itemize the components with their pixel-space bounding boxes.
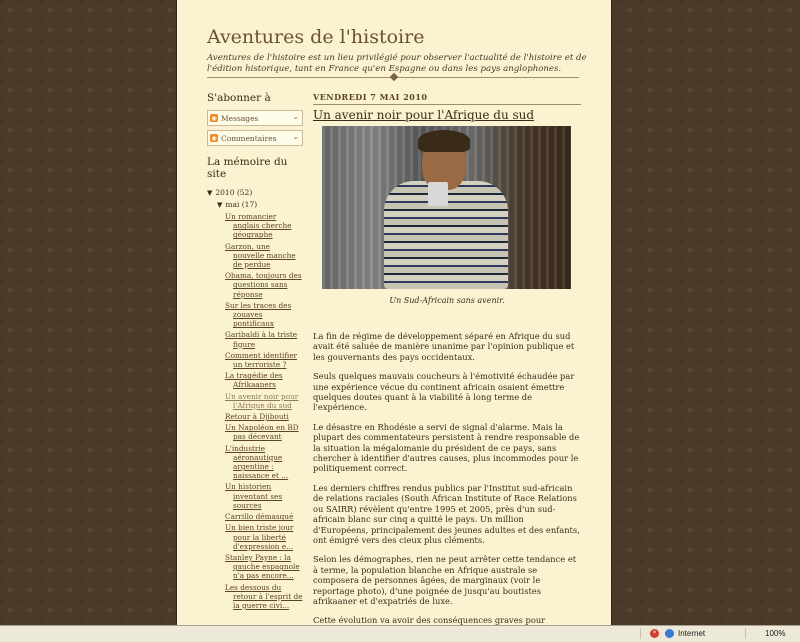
archive-post-link[interactable]: Un historien inventant ses sources — [225, 482, 303, 510]
blog-description: Aventures de l'histoire est un lieu priv… — [207, 53, 587, 74]
subscribe-comments-dropdown[interactable]: ◉ Commentaires ⌄ — [207, 130, 303, 146]
photo-caption: Un Sud-Africain sans avenir. — [389, 296, 505, 305]
expand-triangle-icon[interactable]: ▼ — [207, 189, 212, 197]
post-paragraph: Seuls quelques mauvais coucheurs à l'émo… — [313, 371, 575, 413]
status-divider — [745, 628, 746, 639]
post-paragraph: Le désastre en Rhodésie a servi de signa… — [313, 421, 580, 474]
archive-month-label[interactable]: mai (17) — [225, 200, 257, 209]
archive-year-label[interactable]: 2010 (52) — [215, 188, 252, 197]
archive-post-link[interactable]: Garzon, une nouvelle manche de perdue — [225, 242, 303, 270]
zoom-level[interactable]: 100% — [765, 629, 785, 638]
archive-post-link[interactable]: Un Napoléon en BD pas décevant — [225, 423, 303, 441]
archive-post-link[interactable]: Un romancier anglais cherche géographe — [225, 212, 303, 240]
subscribe-messages-label: Messages — [221, 113, 259, 123]
post-photo[interactable] — [322, 126, 571, 289]
post-date: VENDREDI 7 MAI 2010 — [313, 92, 581, 105]
chevron-down-icon: ⌄ — [292, 112, 299, 121]
post-paragraph: La fin de régime de développement séparé… — [313, 331, 575, 362]
subscribe-comments-label: Commentaires — [221, 133, 277, 143]
security-zone-label: Internet — [678, 629, 706, 638]
archive-post-link[interactable]: La tragédie des Afrikaaners — [225, 371, 303, 389]
post-body: La fin de régime de développement séparé… — [313, 331, 581, 625]
blog-page: Aventures de l'histoire Aventures de l'h… — [176, 0, 612, 625]
archive-year[interactable]: ▼ 2010 (52) — [207, 188, 303, 197]
rss-icon: ◉ — [210, 134, 218, 142]
blog-archive: ▼ 2010 (52) ▼ mai (17) Un romancier angl… — [207, 188, 303, 610]
archive-post-link[interactable]: Un bien triste jour pour la liberté d'ex… — [225, 523, 303, 551]
photo-subject-hair — [418, 130, 470, 152]
main-content: VENDREDI 7 MAI 2010 Un avenir noir pour … — [313, 92, 581, 625]
globe-icon — [665, 629, 674, 638]
archive-post-link[interactable]: Carrillo démasqué — [225, 512, 303, 521]
post-paragraph: Cette évolution va avoir des conséquence… — [313, 615, 546, 625]
rss-icon: ◉ — [210, 114, 218, 122]
archive-post-link[interactable]: Comment identifier un terroriste ? — [225, 351, 303, 369]
archive-post-link[interactable]: Sur les traces des zouaves pontificaux — [225, 301, 303, 329]
subscribe-heading: S'abonner à — [207, 92, 271, 104]
post-paragraph: Selon les démographes, rien ne peut arrê… — [313, 554, 577, 606]
post-title[interactable]: Un avenir noir pour l'Afrique du sud — [313, 108, 581, 122]
blocked-content-icon[interactable]: × — [650, 629, 659, 638]
archive-post-link[interactable]: Les dessous du retour à l'esprit de la g… — [225, 583, 303, 611]
archive-heading: La mémoire du site — [207, 156, 288, 180]
archive-post-link[interactable]: Retour à Djibouti — [225, 412, 303, 421]
archive-post-link[interactable]: Obama, toujours des questions sans répon… — [225, 271, 303, 299]
archive-post-link[interactable]: Stanley Payne : la gauche espagnole n'a … — [225, 553, 303, 581]
archive-post-list: Un romancier anglais cherche géographe Ga… — [225, 212, 303, 610]
photo-mug — [428, 182, 448, 206]
subscribe-messages-dropdown[interactable]: ◉ Messages ⌄ — [207, 110, 303, 126]
blog-title[interactable]: Aventures de l'histoire — [207, 26, 424, 48]
archive-month[interactable]: ▼ mai (17) — [217, 200, 303, 209]
chevron-down-icon: ⌄ — [292, 132, 299, 141]
archive-post-link[interactable]: Un avenir noir pour l'Afrique du sud — [225, 392, 303, 410]
browser-status-bar: × Internet 100% — [0, 625, 800, 642]
sidebar: S'abonner à ◉ Messages ⌄ ◉ Commentaires … — [207, 92, 303, 612]
status-divider — [640, 628, 641, 639]
archive-post-link[interactable]: L'industrie aéronautique argentine : nai… — [225, 444, 303, 481]
archive-post-link[interactable]: Garibaldi à la triste figure — [225, 330, 303, 348]
post-paragraph: Les derniers chiffres rendus publics par… — [313, 482, 580, 545]
expand-triangle-icon[interactable]: ▼ — [217, 201, 222, 209]
